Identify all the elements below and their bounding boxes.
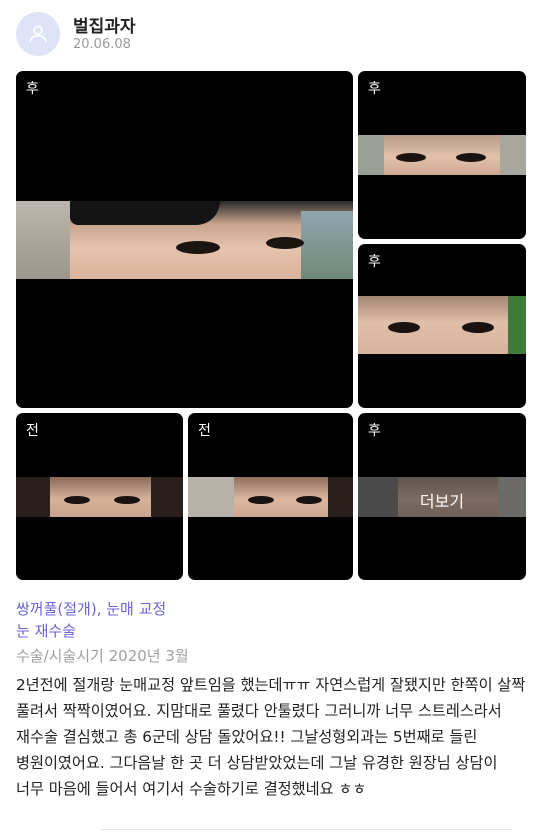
author-name[interactable]: 벌집과자 [73,12,136,37]
eye-photo [16,201,353,279]
eye-photo [358,135,526,175]
photo-tag: 후 [26,81,39,97]
divider [100,829,512,830]
photo-tag: 후 [368,423,381,439]
eye-photo [16,477,183,517]
photo-5[interactable]: 전 [188,413,353,580]
photo-6-more[interactable]: 후 더보기 [358,413,526,580]
photo-4[interactable]: 전 [16,413,183,580]
photo-tag: 전 [26,423,39,439]
photo-tag: 후 [368,254,381,270]
post-date: 20.06.08 [73,37,131,52]
eye-photo [358,296,526,354]
more-photos-button[interactable]: 더보기 [358,488,526,512]
treatment-tags: 쌍꺼풀(절개), 눈매 교정 눈 재수술 [16,598,526,642]
review-text: 2년전에 절개랑 눈매교정 앞트임을 했는데ㅠㅠ 자연스럽게 잘됐지만 한쪽이 … [16,676,526,798]
photo-tag: 후 [368,81,381,97]
surgery-date: 수술/시술시기 2020년 3월 [16,647,189,665]
photo-tag: 전 [198,423,211,439]
photo-2[interactable]: 후 [358,71,526,239]
user-icon [29,25,47,43]
treatment-tag[interactable]: 눈 재수술 [16,620,526,642]
photo-3[interactable]: 후 [358,244,526,408]
post-header: 벌집과자 20.06.08 [16,12,526,58]
eye-photo [188,477,353,517]
treatment-tag[interactable]: 쌍꺼풀(절개), 눈매 교정 [16,598,526,620]
avatar[interactable] [16,12,60,56]
photo-1[interactable]: 후 [16,71,353,408]
